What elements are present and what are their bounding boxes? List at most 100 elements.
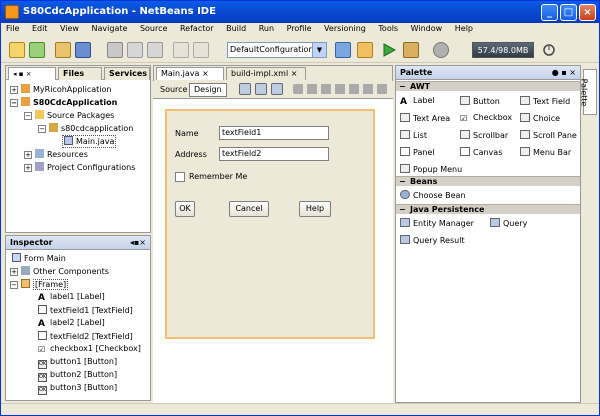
tree-item-s80cdcapplication[interactable]: − S80CdcApplication [10,97,117,108]
configuration-value: DefaultConfiguration [230,45,314,54]
run-icon[interactable] [381,42,397,58]
panel-controls-icon[interactable]: ◂▪× [130,236,146,249]
palette-item-choice[interactable]: Choice [520,113,560,124]
menu-refactor[interactable]: Refactor [175,23,219,33]
palette-item-choose-bean[interactable]: Choose Bean [400,190,465,201]
textfield1[interactable]: textField1 [219,126,329,140]
textfield2[interactable]: textField2 [219,147,329,161]
inspector-item-label1[interactable]: Alabel1 [Label] [38,292,105,303]
menu-view[interactable]: View [55,23,84,33]
tree-item-myricohapplication[interactable]: + MyRicohApplication [10,84,111,95]
palette-item-canvas[interactable]: Canvas [460,147,502,158]
inspector-item-textfield1[interactable]: textField1 [TextField] [38,305,133,316]
tree-item-main-java[interactable]: Main.java [62,135,117,148]
checkbox-icon: ☑ [38,345,46,354]
label1[interactable]: Name [175,129,199,138]
palette-item-query[interactable]: Query [490,218,527,229]
palette-category-awt[interactable]: − AWT [396,81,580,91]
menu-help[interactable]: Help [450,23,478,33]
palette-side-tab[interactable]: Palette [579,69,597,115]
menu-source[interactable]: Source [135,23,172,33]
minimize-button[interactable]: _ [541,4,558,21]
tab-main-java[interactable]: Main.java × [156,67,224,80]
build-icon[interactable] [335,42,351,58]
palette-item-scroll-pane[interactable]: Scroll Pane [520,130,577,141]
inspector-item-form-main[interactable]: Form Main [12,253,66,264]
choice-icon [520,113,530,122]
palette-item-panel[interactable]: Panel [400,147,435,158]
palette-item-popup-menu[interactable]: Popup Menu [400,164,462,175]
menu-run[interactable]: Run [254,23,279,33]
close-button[interactable]: × [579,4,596,21]
palette-item-button[interactable]: Button [460,96,500,107]
menu-build[interactable]: Build [221,23,251,33]
tab-projects[interactable]: ◂ ▪ × [8,67,56,80]
tree-item-source-packages[interactable]: − Source Packages [24,110,114,121]
tab-build-impl-xml[interactable]: build-impl.xml × [226,67,306,80]
preview-design-icon[interactable] [271,83,283,95]
align-buttons-icon[interactable] [293,84,389,94]
inspector-item-button1[interactable]: OK button1 [Button] [38,357,117,369]
tab-services[interactable]: Services [104,67,150,80]
palette-category-java-persistence[interactable]: − Java Persistence [396,204,580,214]
copy-icon[interactable] [127,42,143,58]
inspector-item-other-components[interactable]: + Other Components [10,266,109,277]
undo-icon[interactable] [173,42,189,58]
paste-icon[interactable] [147,42,163,58]
palette-item-label[interactable]: A Label [400,96,435,107]
new-project-icon[interactable] [29,42,45,58]
inspector-item-textfield2[interactable]: textField2 [TextField] [38,331,133,342]
close-tab-icon[interactable]: × [202,69,209,78]
connection-mode-icon[interactable] [255,83,267,95]
inspector-item-button2[interactable]: OK button2 [Button] [38,370,117,382]
profile-icon[interactable] [433,42,449,58]
palette-item-text-area[interactable]: Text Area [400,113,450,124]
save-all-icon[interactable] [75,42,91,58]
palette-item-list[interactable]: List [400,130,427,141]
new-file-icon[interactable] [9,42,25,58]
ok-button[interactable]: OK [175,201,195,217]
palette-item-entity-manager[interactable]: Entity Manager [400,218,474,229]
menu-file[interactable]: File [1,23,24,33]
palette-category-beans[interactable]: − Beans [396,176,580,186]
debug-icon[interactable] [403,42,419,58]
inspector-item-frame[interactable]: − [Frame] [10,279,69,290]
configuration-select[interactable]: DefaultConfiguration ▼ [227,42,327,58]
cut-icon[interactable] [107,42,123,58]
design-mode-button[interactable]: Design [189,83,227,97]
tree-item-package[interactable]: − s80cdcapplication [38,123,133,134]
status-bar [1,403,599,415]
tab-files[interactable]: Files [58,67,102,80]
clean-build-icon[interactable] [357,42,373,58]
inspector-item-checkbox1[interactable]: ☑ checkbox1 [Checkbox] [38,344,141,354]
gc-icon[interactable] [541,42,557,58]
frame-form[interactable]: Name textField1 Address textField2 Remem… [165,109,375,339]
palette-item-scrollbar[interactable]: Scrollbar [460,130,508,141]
palette-item-query-result[interactable]: Query Result [400,235,465,246]
tree-item-project-configurations[interactable]: + Project Configurations [24,162,135,173]
menu-navigate[interactable]: Navigate [87,23,133,33]
menu-edit[interactable]: Edit [27,23,53,33]
help-button[interactable]: Help [299,201,331,217]
close-tab-icon[interactable]: × [291,69,298,78]
memory-meter[interactable]: 57.4/98.0MB [472,42,534,58]
tree-item-resources[interactable]: + Resources [24,149,88,160]
menu-versioning[interactable]: Versioning [319,23,371,33]
menu-window[interactable]: Window [406,23,448,33]
menu-profile[interactable]: Profile [282,23,317,33]
checkbox1[interactable] [175,172,185,182]
palette-item-checkbox[interactable]: ☑ Checkbox [460,113,512,123]
source-mode-button[interactable]: Source [157,84,190,96]
cancel-button[interactable]: Cancel [229,201,269,217]
inspector-item-label2[interactable]: Alabel2 [Label] [38,318,105,329]
open-project-icon[interactable] [55,42,71,58]
label2[interactable]: Address [175,150,207,159]
maximize-button[interactable]: □ [560,4,577,21]
menu-tools[interactable]: Tools [373,23,403,33]
panel-controls-icon[interactable]: ● ▪ × [552,66,576,79]
selection-mode-icon[interactable] [239,83,251,95]
inspector-item-button3[interactable]: OK button3 [Button] [38,383,117,395]
palette-item-text-field[interactable]: Text Field [520,96,570,107]
redo-icon[interactable] [193,42,209,58]
palette-item-menu-bar[interactable]: Menu Bar [520,147,571,158]
